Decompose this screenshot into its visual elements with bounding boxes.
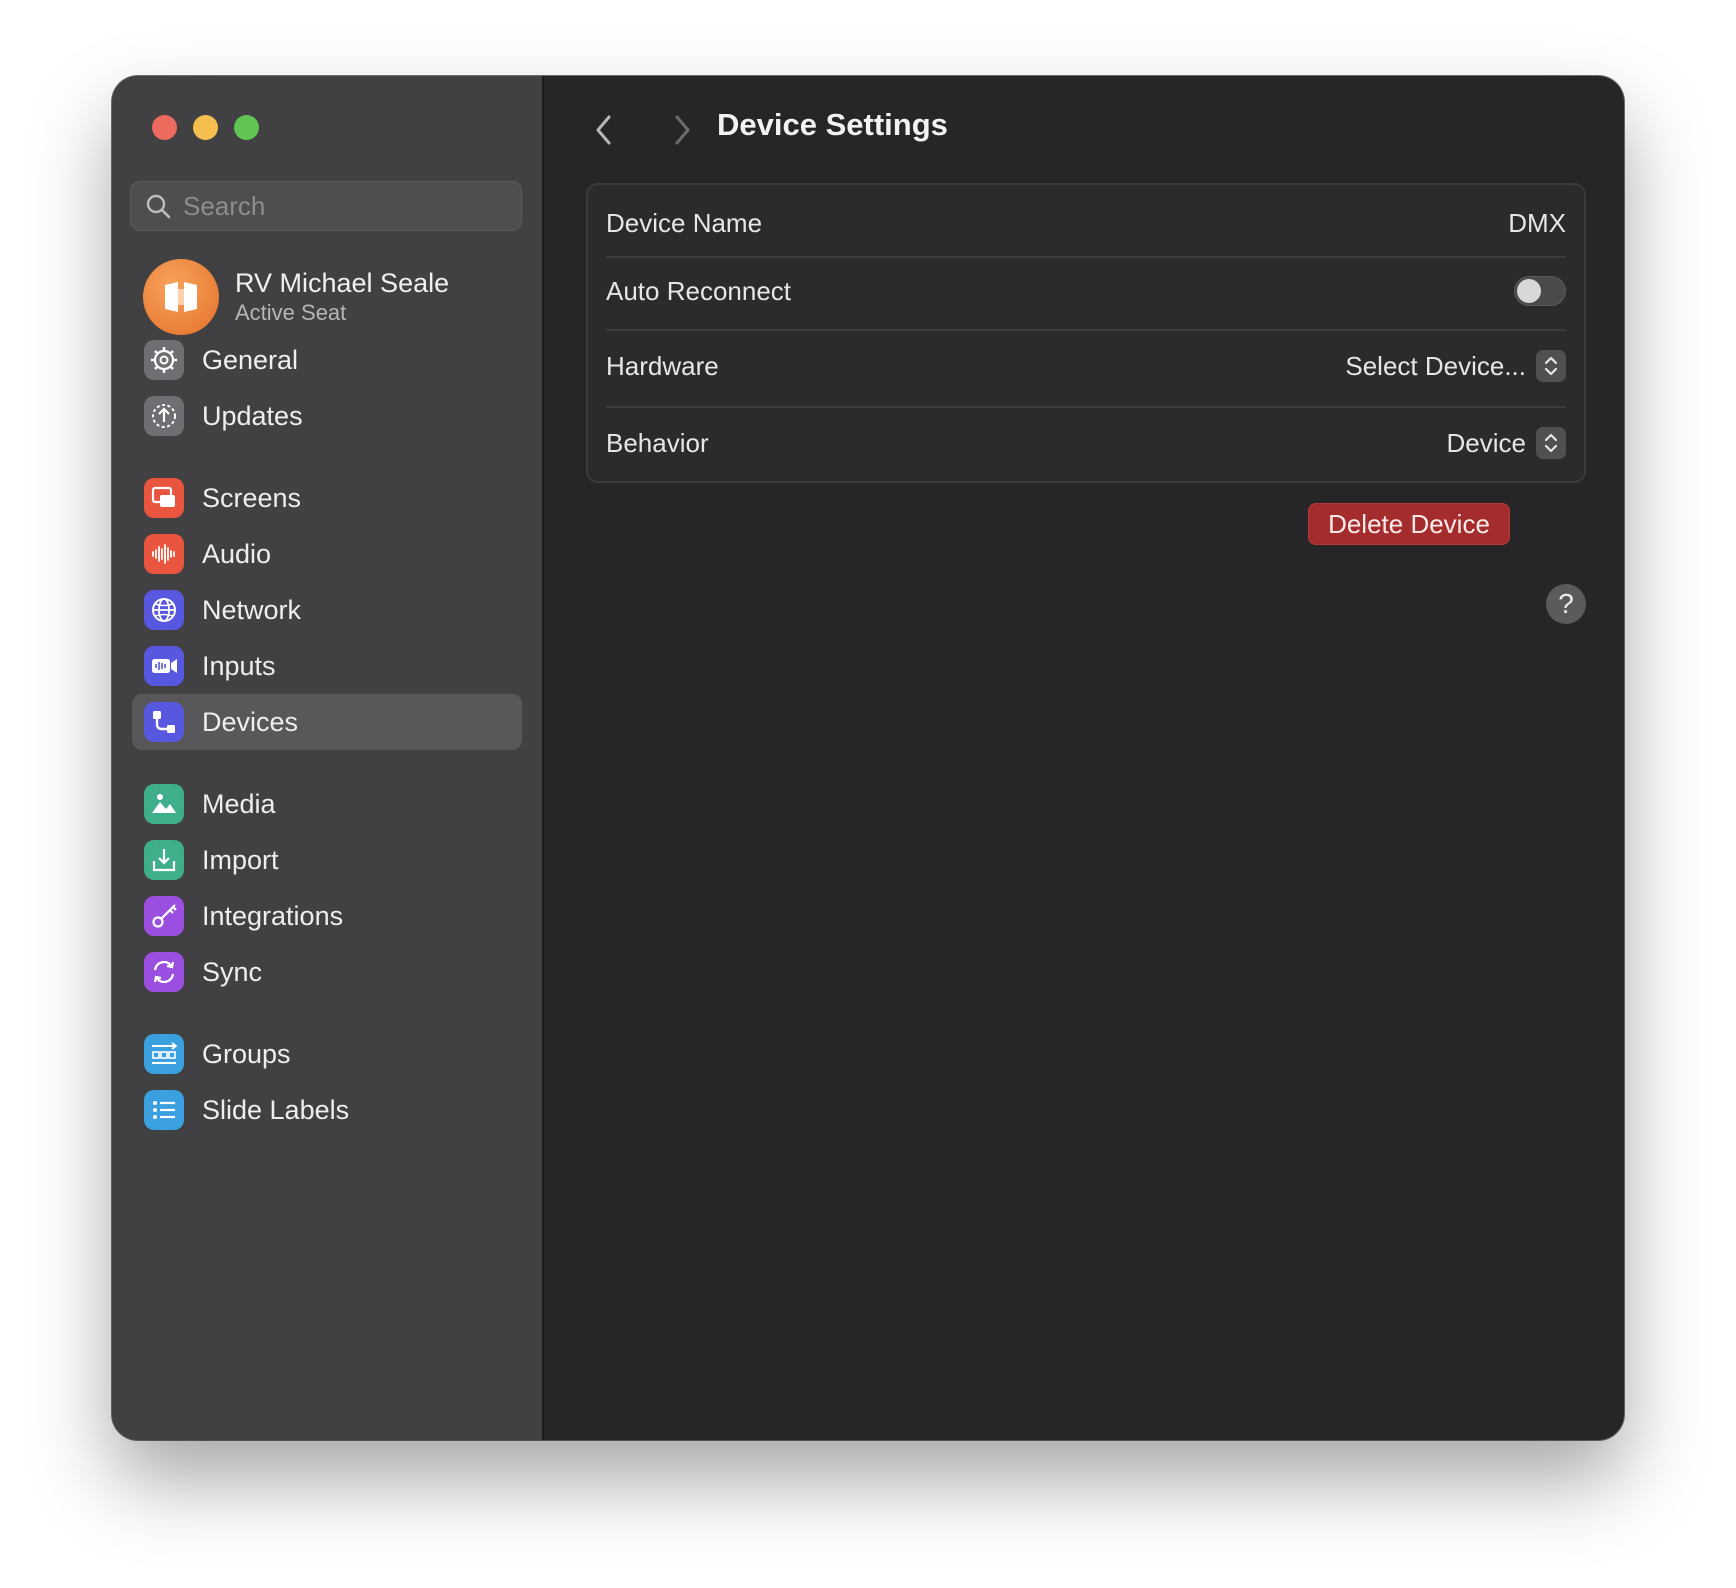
device-name-value[interactable]: DMX: [1508, 208, 1566, 239]
search-input[interactable]: [181, 189, 505, 223]
sidebar-item-label: Audio: [202, 538, 272, 569]
hardware-label: Hardware: [606, 350, 719, 381]
sidebar-item-sync[interactable]: Sync: [132, 944, 522, 1000]
help-button[interactable]: ?: [1546, 584, 1586, 624]
device-settings-card: Device Name DMX Auto Reconnect Hardware …: [586, 183, 1586, 483]
gear-icon: [144, 340, 184, 380]
toggle-knob: [1517, 279, 1541, 303]
sidebar-item-screens[interactable]: Screens: [132, 470, 522, 526]
divider: [606, 406, 1566, 408]
window-controls: [152, 115, 259, 140]
sidebar-item-updates[interactable]: Updates: [132, 388, 522, 444]
device-name-row: Device Name DMX: [606, 195, 1566, 251]
history-nav: [584, 110, 702, 150]
sidebar-item-audio[interactable]: Audio: [132, 526, 522, 582]
sidebar-item-label: Inputs: [202, 650, 276, 681]
sidebar-item-network[interactable]: Network: [132, 582, 522, 638]
screens-icon: [144, 478, 184, 518]
chevron-up-down-icon: [1536, 427, 1566, 459]
device-name-label: Device Name: [606, 207, 763, 238]
groups-icon: [144, 1034, 184, 1074]
account-subtitle: Active Seat: [235, 300, 347, 325]
sidebar-item-import[interactable]: Import: [132, 832, 522, 888]
delete-device-button[interactable]: Delete Device: [1308, 503, 1510, 545]
sync-icon: [144, 952, 184, 992]
behavior-select-value: Device: [1446, 427, 1526, 458]
sidebar-item-inputs[interactable]: Inputs: [132, 638, 522, 694]
sidebar-item-devices[interactable]: Devices: [132, 694, 522, 750]
minimize-window-button[interactable]: [193, 115, 218, 140]
hardware-select-value: Select Device...: [1345, 350, 1526, 381]
main-panel: Device Settings Device Name DMX Auto Rec…: [544, 76, 1624, 1440]
forward-button[interactable]: [662, 110, 702, 150]
sidebar-item-general[interactable]: General: [132, 332, 522, 388]
sidebar-item-label: Integrations: [202, 900, 344, 931]
chevron-right-icon: [675, 115, 690, 145]
sidebar-item-groups[interactable]: Groups: [132, 1026, 522, 1082]
sidebar-item-media[interactable]: Media: [132, 776, 522, 832]
behavior-label: Behavior: [606, 427, 709, 458]
sidebar-item-label: Screens: [202, 482, 302, 513]
divider: [606, 256, 1566, 258]
search-icon: [146, 194, 171, 219]
propresenter-logo-icon: [165, 282, 197, 312]
sidebar-item-label: General: [202, 344, 299, 375]
waveform-icon: [144, 534, 184, 574]
sidebar-item-label: Updates: [202, 400, 303, 431]
account-name: RV Michael Seale: [235, 268, 450, 298]
video-input-icon: [144, 646, 184, 686]
behavior-select[interactable]: Device: [1447, 427, 1566, 459]
import-icon: [144, 840, 184, 880]
chevron-up-down-icon: [1536, 350, 1566, 382]
settings-window: RV Michael Seale Active Seat General Upd…: [112, 76, 1624, 1440]
globe-icon: [144, 590, 184, 630]
hardware-row: Hardware Select Device...: [606, 333, 1566, 399]
list-icon: [144, 1090, 184, 1130]
sidebar-item-label: Media: [202, 788, 276, 819]
chevron-left-icon: [596, 115, 611, 145]
sidebar: RV Michael Seale Active Seat General Upd…: [112, 76, 544, 1440]
sidebar-item-label: Slide Labels: [202, 1094, 350, 1125]
auto-reconnect-toggle[interactable]: [1514, 276, 1566, 306]
key-icon: [144, 896, 184, 936]
close-window-button[interactable]: [152, 115, 177, 140]
devices-icon: [144, 702, 184, 742]
auto-reconnect-label: Auto Reconnect: [606, 275, 792, 306]
sidebar-item-slide-labels[interactable]: Slide Labels: [132, 1082, 522, 1138]
avatar: [143, 259, 219, 335]
image-icon: [144, 784, 184, 824]
sidebar-item-label: Import: [202, 844, 279, 875]
sidebar-item-integrations[interactable]: Integrations: [132, 888, 522, 944]
zoom-window-button[interactable]: [234, 115, 259, 140]
divider: [606, 329, 1566, 331]
page-title: Device Settings: [717, 107, 948, 142]
back-button[interactable]: [584, 110, 624, 150]
upload-arrow-icon: [144, 396, 184, 436]
auto-reconnect-row: Auto Reconnect: [606, 261, 1566, 321]
sidebar-item-label: Groups: [202, 1038, 291, 1069]
account-summary[interactable]: RV Michael Seale Active Seat: [143, 259, 449, 335]
behavior-row: Behavior Device: [606, 410, 1566, 476]
sidebar-item-label: Sync: [202, 956, 263, 987]
search-field[interactable]: [130, 181, 522, 231]
hardware-select[interactable]: Select Device...: [1345, 350, 1566, 382]
sidebar-item-label: Devices: [202, 706, 299, 737]
sidebar-item-label: Network: [202, 594, 302, 625]
